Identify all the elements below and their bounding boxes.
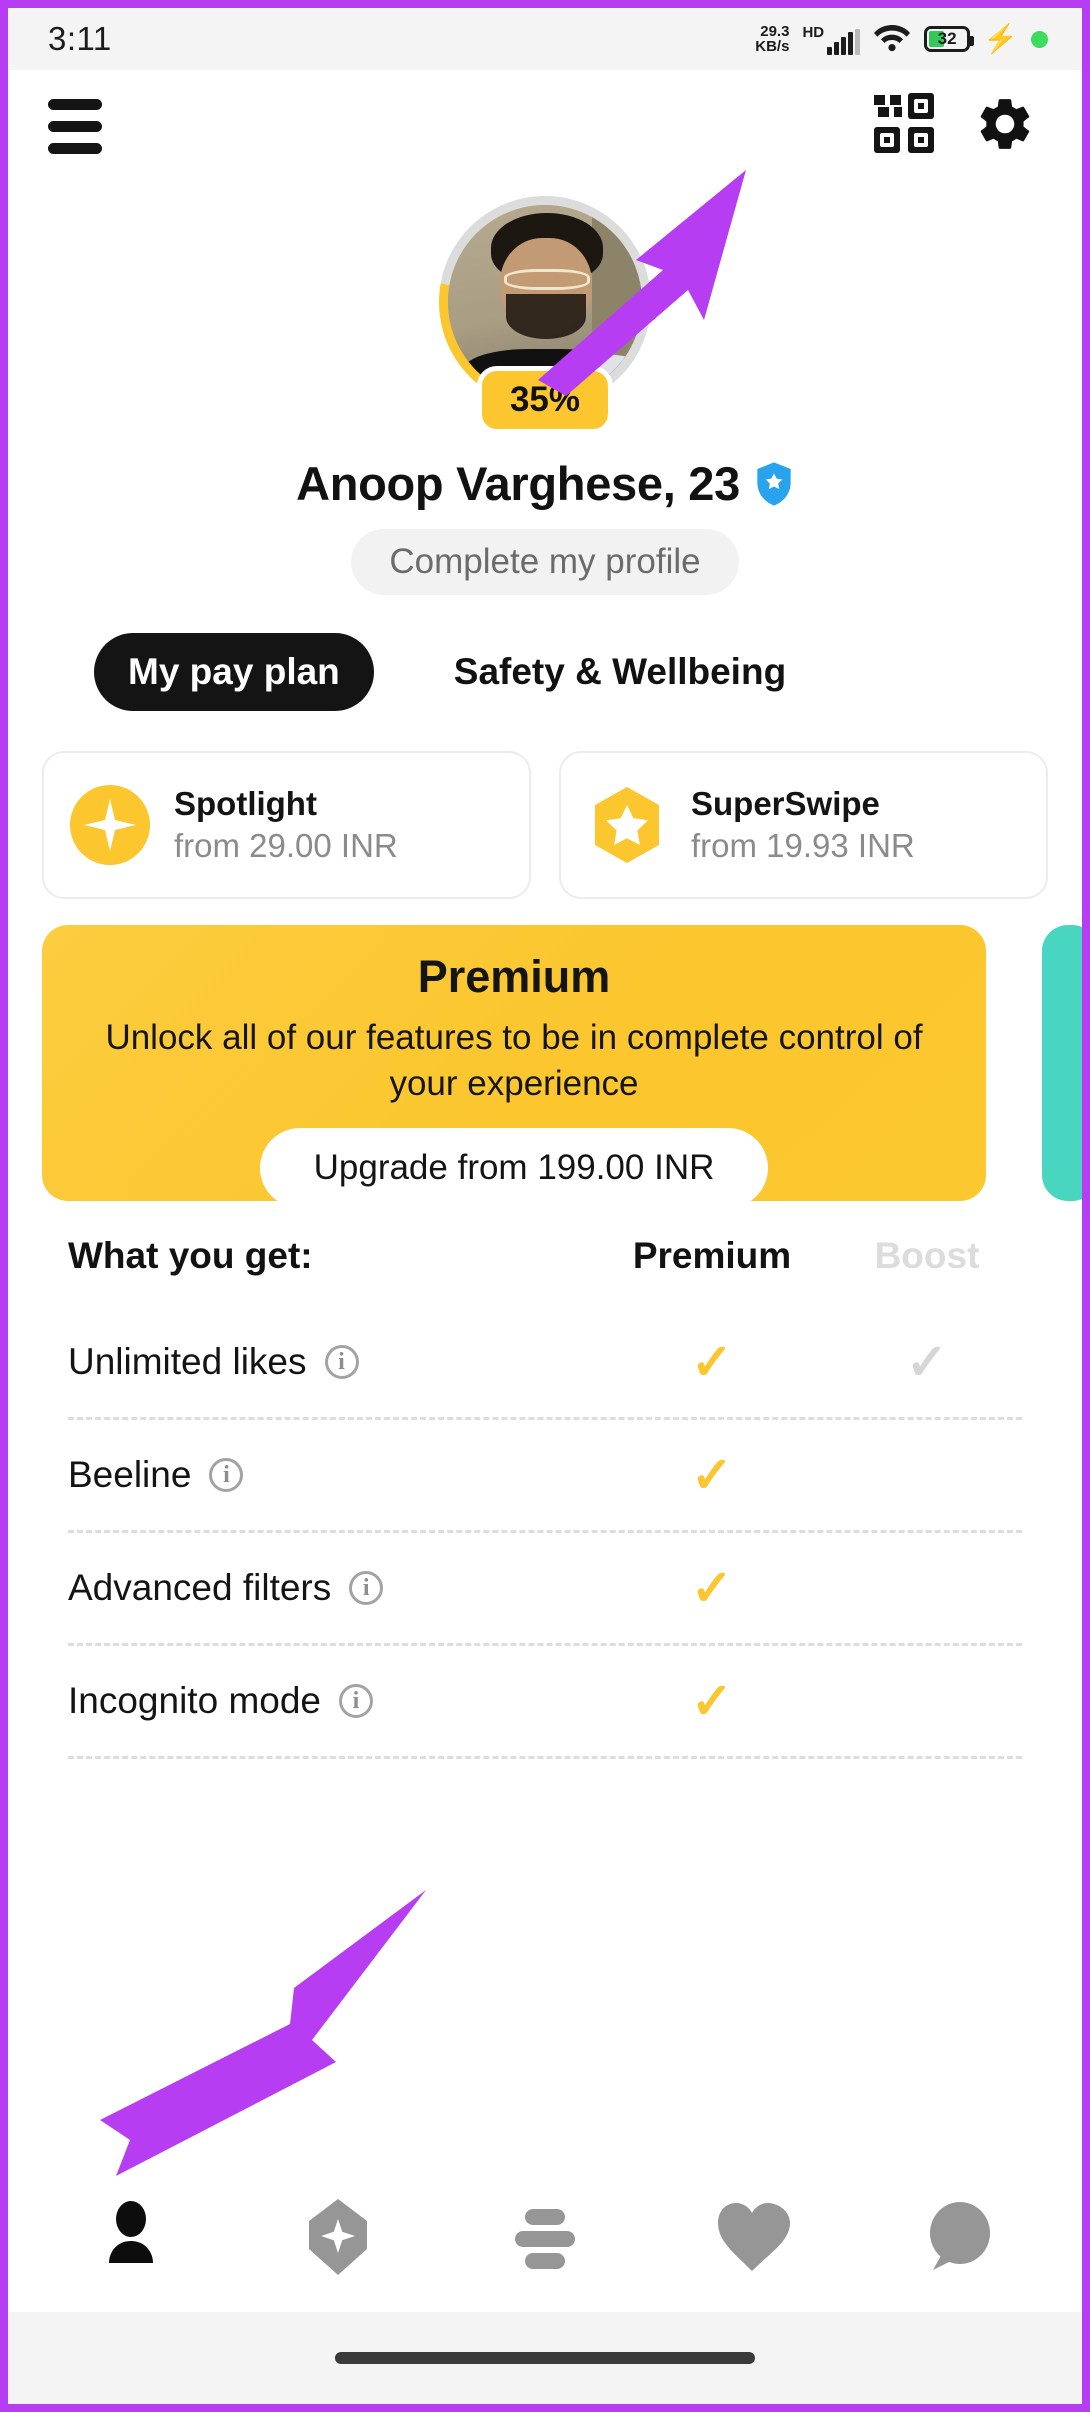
person-profile-icon: [109, 2201, 154, 2263]
plan-tabs: My pay plan Safety & Wellbeing: [8, 595, 1082, 711]
signal-bars-icon: [827, 28, 861, 55]
superswipe-star-icon: [587, 785, 667, 865]
app-bar-actions: [874, 92, 1036, 160]
tab-my-pay-plan[interactable]: My pay plan: [94, 633, 374, 711]
phone-screen: 3:11 29.3 KB/s HD 32 ⚡ 35% Anoop Varghes…: [0, 0, 1090, 2412]
column-header-premium: Premium: [632, 1235, 792, 1276]
network-speed-unit: KB/s: [755, 38, 790, 55]
comparison-table: What you get: Premium Boost Unlimited li…: [8, 1201, 1082, 1759]
verified-shield-icon: [754, 461, 794, 506]
superswipe-card-text: SuperSwipe from 19.93 INR: [691, 785, 915, 865]
nav-item-likes[interactable]: [677, 2182, 827, 2292]
premium-cell: ✓: [592, 1337, 832, 1387]
signal-group: HD: [802, 23, 861, 55]
check-icon: ✓: [691, 1447, 733, 1503]
battery-icon: 32: [924, 26, 975, 52]
hd-label: HD: [802, 23, 825, 41]
hamburger-menu-icon[interactable]: [48, 98, 102, 154]
premium-description: Unlock all of our features to be in comp…: [105, 1018, 923, 1103]
column-header-feature: What you get:: [68, 1235, 313, 1276]
row-label: Beeline i: [68, 1454, 592, 1496]
check-icon: ✓: [691, 1560, 733, 1616]
row-label-text: Incognito mode: [68, 1680, 322, 1721]
superswipe-title: SuperSwipe: [691, 785, 880, 822]
heart-icon: [717, 2203, 790, 2271]
network-speed-indicator: 29.3 KB/s: [755, 24, 789, 54]
nav-item-filters[interactable]: [470, 2182, 620, 2292]
spotlight-title: Spotlight: [174, 785, 317, 822]
row-label: Advanced filters i: [68, 1567, 592, 1609]
page-title: Anoop Varghese, 23: [296, 457, 740, 510]
table-bottom-divider: [68, 1756, 1022, 1759]
premium-card[interactable]: Premium Unlock all of our features to be…: [42, 925, 986, 1208]
spotlight-sparkle-icon: [70, 785, 150, 865]
wifi-icon: [873, 22, 911, 57]
superswipe-card[interactable]: SuperSwipe from 19.93 INR: [559, 751, 1048, 899]
superswipe-price: from 19.93 INR: [691, 827, 915, 864]
spotlight-card[interactable]: Spotlight from 29.00 INR: [42, 751, 531, 899]
avatar[interactable]: 35%: [439, 196, 651, 434]
next-plan-card-peek[interactable]: [1042, 925, 1082, 1201]
network-speed-value: 29.3: [760, 23, 790, 40]
check-icon: ✓: [906, 1334, 948, 1390]
qr-code-icon[interactable]: [874, 92, 936, 160]
table-row: Incognito mode i ✓: [68, 1643, 1022, 1756]
row-label: Unlimited likes i: [68, 1341, 592, 1383]
filters-sliders-icon: [514, 2209, 575, 2269]
chat-bubble-icon: [929, 2202, 990, 2270]
nav-item-spotlight[interactable]: [263, 2182, 413, 2292]
battery-percent: 32: [937, 29, 957, 48]
check-icon: ✓: [691, 1334, 733, 1390]
info-icon[interactable]: i: [349, 1571, 384, 1605]
row-label: Incognito mode i: [68, 1680, 592, 1722]
app-bar: [8, 70, 1082, 182]
spotlight-card-text: Spotlight from 29.00 INR: [174, 785, 398, 865]
info-icon[interactable]: i: [324, 1345, 359, 1379]
info-icon[interactable]: i: [339, 1684, 374, 1718]
profile-name-row: Anoop Varghese, 23: [8, 456, 1082, 511]
boost-cell: ✓: [832, 1337, 1022, 1387]
info-icon[interactable]: i: [209, 1458, 244, 1492]
table-row: Advanced filters i ✓: [68, 1530, 1022, 1643]
feature-cards: Spotlight from 29.00 INR SuperSwipe from…: [8, 711, 1082, 899]
premium-cell: ✓: [592, 1563, 832, 1613]
premium-cell: ✓: [592, 1450, 832, 1500]
profile-header: 35% Anoop Varghese, 23 Complete my profi…: [8, 182, 1082, 595]
column-header-boost[interactable]: Boost: [832, 1235, 1022, 1277]
spotlight-price: from 29.00 INR: [174, 827, 398, 864]
status-time: 3:11: [48, 20, 112, 57]
arrow-pointing-to-profile-tab: [100, 1890, 426, 2176]
gear-icon[interactable]: [974, 93, 1036, 160]
row-label-text: Advanced filters: [68, 1567, 332, 1608]
gesture-navigation-bar[interactable]: [8, 2312, 1082, 2404]
status-bar: 3:11 29.3 KB/s HD 32 ⚡: [8, 8, 1082, 70]
charging-bolt-icon: ⚡: [983, 23, 1018, 54]
row-label-text: Unlimited likes: [68, 1341, 307, 1382]
upgrade-button[interactable]: Upgrade from 199.00 INR: [259, 1128, 769, 1208]
check-icon: ✓: [691, 1673, 733, 1729]
row-label-text: Beeline: [68, 1454, 192, 1495]
status-icons: 29.3 KB/s HD 32 ⚡: [755, 22, 1048, 57]
nav-item-profile[interactable]: [56, 2182, 206, 2292]
plan-carousel[interactable]: Premium Unlock all of our features to be…: [8, 899, 1082, 1208]
premium-cell: ✓: [592, 1676, 832, 1726]
premium-title: Premium: [417, 951, 611, 1002]
green-status-dot-icon: [1031, 30, 1048, 48]
complete-profile-button[interactable]: Complete my profile: [351, 529, 739, 595]
tab-safety-wellbeing[interactable]: Safety & Wellbeing: [420, 633, 820, 711]
table-row: Beeline i ✓: [68, 1417, 1022, 1530]
table-row: Unlimited likes i ✓ ✓: [68, 1307, 1022, 1417]
nav-item-chat[interactable]: [884, 2182, 1034, 2292]
bottom-navigation: [8, 2162, 1082, 2312]
spotlight-diamond-icon: [309, 2199, 368, 2275]
comparison-table-header: What you get: Premium Boost: [68, 1235, 1022, 1307]
status-badge: 35%: [476, 366, 614, 434]
